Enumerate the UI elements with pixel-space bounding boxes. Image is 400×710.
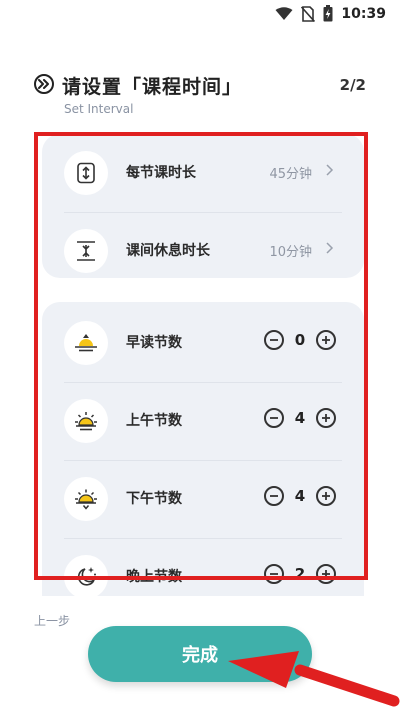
increment-button[interactable]: [316, 486, 336, 506]
decrement-button[interactable]: [264, 408, 284, 428]
morning-reading-row: 早读节数 0: [42, 304, 364, 382]
period-count-card: 早读节数 0 上午节数 4 下午节数 4 晚上节数 2: [42, 302, 364, 596]
finish-button[interactable]: 完成: [88, 626, 312, 682]
afternoon-periods-stepper: 4: [264, 486, 336, 506]
settings-scroll-area[interactable]: 每节课时长 45分钟 课间休息时长 10分钟 早读节数 0 上午节数 4 下午节…: [40, 136, 366, 596]
afternoon-periods-count: 4: [294, 487, 306, 505]
morning-periods-row: 上午节数 4: [42, 382, 364, 460]
morning-reading-count: 0: [294, 331, 306, 349]
lesson-duration-row[interactable]: 每节课时长 45分钟: [42, 136, 364, 212]
evening-periods-count: 2: [294, 565, 306, 583]
morning-periods-label: 上午节数: [126, 413, 182, 429]
chevron-right-icon: [326, 164, 334, 176]
morning-periods-stepper: 4: [264, 408, 336, 428]
lesson-duration-value: 45分钟: [269, 167, 312, 182]
decrement-button[interactable]: [264, 330, 284, 350]
page-subtitle: Set Interval: [64, 102, 134, 116]
afternoon-periods-row: 下午节数 4: [42, 460, 364, 538]
wifi-icon: [275, 6, 293, 20]
no-sim-icon: [301, 5, 316, 22]
status-bar: 10:39: [0, 0, 400, 30]
break-duration-label: 课间休息时长: [126, 243, 210, 259]
sun-rising-icon: [64, 399, 108, 443]
break-duration-row[interactable]: 课间休息时长 10分钟: [42, 212, 364, 290]
previous-step-link[interactable]: 上一步: [34, 612, 70, 629]
header: 请设置「课程时间」 2/2 Set Interval: [34, 72, 370, 118]
increment-button[interactable]: [316, 564, 336, 584]
step-indicator: 2/2: [339, 76, 366, 94]
compress-vertical-icon: [64, 229, 108, 273]
duration-card: 每节课时长 45分钟 课间休息时长 10分钟: [42, 136, 364, 278]
expand-vertical-icon: [64, 151, 108, 195]
increment-button[interactable]: [316, 408, 336, 428]
evening-periods-label: 晚上节数: [126, 569, 182, 585]
battery-charging-icon: [323, 5, 333, 22]
double-chevron-right-icon: [34, 74, 54, 94]
evening-periods-stepper: 2: [264, 564, 336, 584]
decrement-button[interactable]: [264, 564, 284, 584]
afternoon-periods-label: 下午节数: [126, 491, 182, 507]
decrement-button[interactable]: [264, 486, 284, 506]
increment-button[interactable]: [316, 330, 336, 350]
morning-reading-label: 早读节数: [126, 335, 182, 351]
morning-reading-stepper: 0: [264, 330, 336, 350]
status-icons: 10:39: [275, 5, 386, 22]
lesson-duration-label: 每节课时长: [126, 165, 196, 181]
evening-periods-row: 晚上节数 2: [42, 538, 364, 596]
sunrise-icon: [64, 321, 108, 365]
sun-setting-icon: [64, 477, 108, 521]
moon-stars-icon: [64, 555, 108, 596]
break-duration-value: 10分钟: [269, 245, 312, 260]
morning-periods-count: 4: [294, 409, 306, 427]
page-title: 请设置「课程时间」: [62, 76, 243, 98]
chevron-right-icon: [326, 242, 334, 254]
status-time: 10:39: [341, 5, 386, 22]
